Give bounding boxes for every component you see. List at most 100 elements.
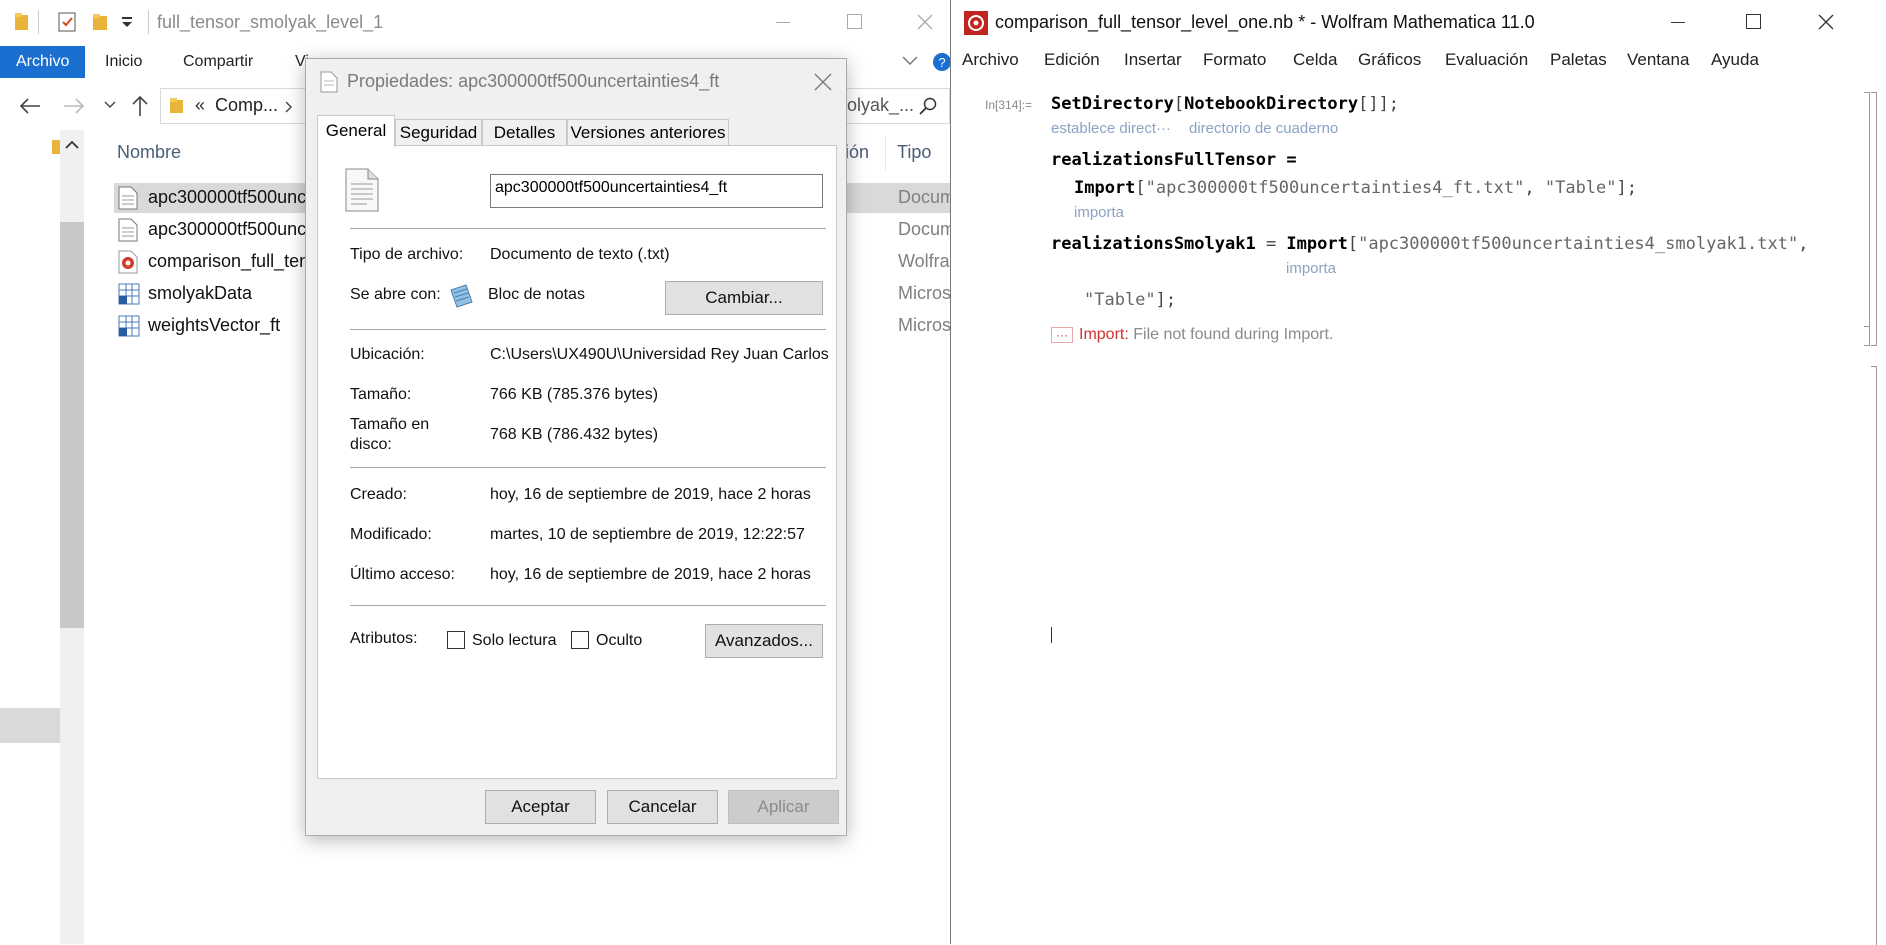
ribbon-tab-inicio[interactable]: Inicio — [105, 46, 142, 78]
close-button[interactable] — [898, 0, 952, 44]
location-value: C:\Users\UX490U\Universidad Rey Juan Car… — [490, 346, 829, 363]
address-crumb[interactable]: Comp... — [215, 95, 278, 116]
menu-ventana[interactable]: Ventana — [1627, 50, 1689, 70]
ribbon-tab-archivo[interactable]: Archivo — [0, 46, 86, 78]
apply-button[interactable]: Aplicar — [728, 790, 839, 824]
column-header-date[interactable]: ión — [845, 142, 869, 163]
properties-dialog: Propiedades: apc300000tf500uncertainties… — [305, 58, 847, 836]
dialog-tabs: General Seguridad Detalles Versiones ant… — [317, 115, 837, 147]
recent-dropdown-icon[interactable] — [104, 100, 116, 110]
cell-bracket[interactable] — [1864, 326, 1870, 346]
search-icon[interactable] — [919, 97, 937, 115]
minimize-button[interactable] — [1651, 0, 1705, 44]
close-icon — [917, 14, 933, 30]
group-bracket[interactable] — [1871, 366, 1877, 945]
message-head: Import: — [1079, 326, 1129, 343]
bracket: ]; — [1378, 94, 1400, 114]
chevron-right-icon[interactable] — [285, 101, 293, 113]
comma: , — [1524, 178, 1545, 198]
last-access-label: Último acceso: — [350, 566, 455, 583]
menu-edicion[interactable]: Edición — [1044, 50, 1100, 70]
cancel-button[interactable]: Cancelar — [607, 790, 718, 824]
bracket: ]; — [1616, 178, 1637, 198]
tab-seguridad[interactable]: Seguridad — [395, 119, 482, 145]
size-on-disk-label: Tamaño en — [350, 416, 430, 433]
window-title: comparison_full_tensor_level_one.nb * - … — [995, 12, 1535, 32]
equals: = — [1255, 234, 1287, 254]
text-file-icon — [118, 186, 138, 210]
mathematica-logo-icon — [964, 11, 988, 35]
message-dots-button[interactable]: ··· — [1051, 326, 1073, 343]
menu-graficos[interactable]: Gráficos — [1358, 50, 1421, 70]
ok-button[interactable]: Aceptar — [485, 790, 596, 824]
quick-access-dropdown-icon[interactable] — [120, 14, 134, 30]
menu-ayuda[interactable]: Ayuda — [1711, 50, 1759, 70]
close-button[interactable] — [1799, 0, 1853, 44]
hidden-label[interactable]: Oculto — [596, 632, 642, 650]
help-icon[interactable]: ? — [932, 52, 952, 72]
maximize-button[interactable] — [1727, 0, 1781, 44]
advanced-button[interactable]: Avanzados... — [705, 624, 823, 658]
text-document-icon — [345, 168, 379, 212]
readonly-label[interactable]: Solo lectura — [472, 632, 557, 650]
up-arrow-icon[interactable] — [130, 94, 150, 118]
attributes-label: Atributos: — [350, 630, 418, 647]
maximize-icon — [1746, 14, 1761, 29]
column-header-name[interactable]: Nombre — [117, 142, 181, 163]
address-overflow[interactable]: « — [195, 95, 205, 116]
group-bracket[interactable] — [1871, 92, 1877, 346]
divider — [350, 605, 826, 606]
code-line-5[interactable]: "Table"]; — [1084, 290, 1176, 310]
properties-checkmark-icon[interactable] — [58, 11, 78, 33]
hidden-checkbox[interactable] — [571, 631, 589, 649]
menu-archivo[interactable]: Archivo — [962, 50, 1019, 70]
sidebar-selected-item[interactable] — [0, 708, 60, 743]
bracket: [ — [1135, 178, 1146, 198]
column-header-type[interactable]: Tipo — [897, 142, 931, 163]
text-cursor — [1051, 627, 1052, 643]
ribbon-expand-chevron-icon[interactable] — [902, 56, 918, 66]
close-icon[interactable] — [814, 73, 832, 91]
forward-arrow-icon[interactable] — [62, 96, 86, 116]
change-button[interactable]: Cambiar... — [665, 281, 823, 315]
bracket: [ — [1173, 94, 1185, 114]
divider — [350, 467, 826, 468]
code-line-2[interactable]: realizationsFullTensor = — [1051, 150, 1297, 170]
dialog-title: Propiedades: apc300000tf500uncertainties… — [347, 71, 720, 91]
in-label: In[314]:= — [985, 98, 1033, 112]
modified-value: martes, 10 de septiembre de 2019, 12:22:… — [490, 526, 805, 543]
filename-input[interactable]: apc300000tf500uncertainties4_ft — [490, 174, 823, 208]
text-file-icon — [118, 218, 138, 242]
code-line-4[interactable]: realizationsSmolyak1 = Import["apc300000… — [1051, 234, 1808, 254]
tab-detalles[interactable]: Detalles — [482, 119, 567, 145]
minimize-button[interactable] — [756, 0, 810, 44]
tab-general[interactable]: General — [317, 115, 395, 147]
message-text: File not found during Import. — [1128, 326, 1334, 343]
menu-insertar[interactable]: Insertar — [1124, 50, 1182, 70]
location-label: Ubicación: — [350, 346, 425, 363]
tab-versiones-anteriores[interactable]: Versiones anteriores — [567, 119, 729, 145]
file-type-label: Tipo de archivo: — [350, 246, 464, 263]
menu-formato[interactable]: Formato — [1203, 50, 1266, 70]
search-input[interactable]: olyak_... — [847, 95, 914, 116]
ribbon-tab-compartir[interactable]: Compartir — [183, 46, 253, 78]
sidebar-scroll-thumb[interactable] — [60, 222, 84, 628]
new-folder-icon[interactable] — [92, 12, 110, 32]
tooltip-directorio: directorio de cuaderno — [1189, 120, 1339, 137]
menu-evaluacion[interactable]: Evaluación — [1445, 50, 1528, 70]
file-type: Micros — [898, 315, 951, 335]
code-line-3[interactable]: Import["apc300000tf500uncertainties4_ft.… — [1074, 178, 1637, 198]
code-line-1[interactable]: SetDirectory[NotebookDirectory[]]; — [1051, 94, 1399, 114]
menu-celda[interactable]: Celda — [1293, 50, 1337, 70]
created-value: hoy, 16 de septiembre de 2019, hace 2 ho… — [490, 486, 811, 503]
file-type: Micros — [898, 283, 951, 303]
modified-label: Modificado: — [350, 526, 432, 543]
opens-with-value: Bloc de notas — [488, 286, 585, 303]
file-name: comparison_full_ten — [148, 251, 310, 271]
readonly-checkbox[interactable] — [447, 631, 465, 649]
maximize-button[interactable] — [828, 0, 882, 44]
scroll-up-arrow-icon[interactable] — [64, 140, 80, 150]
cell-bracket[interactable] — [1864, 92, 1870, 346]
menu-paletas[interactable]: Paletas — [1550, 50, 1607, 70]
back-arrow-icon[interactable] — [18, 96, 42, 116]
